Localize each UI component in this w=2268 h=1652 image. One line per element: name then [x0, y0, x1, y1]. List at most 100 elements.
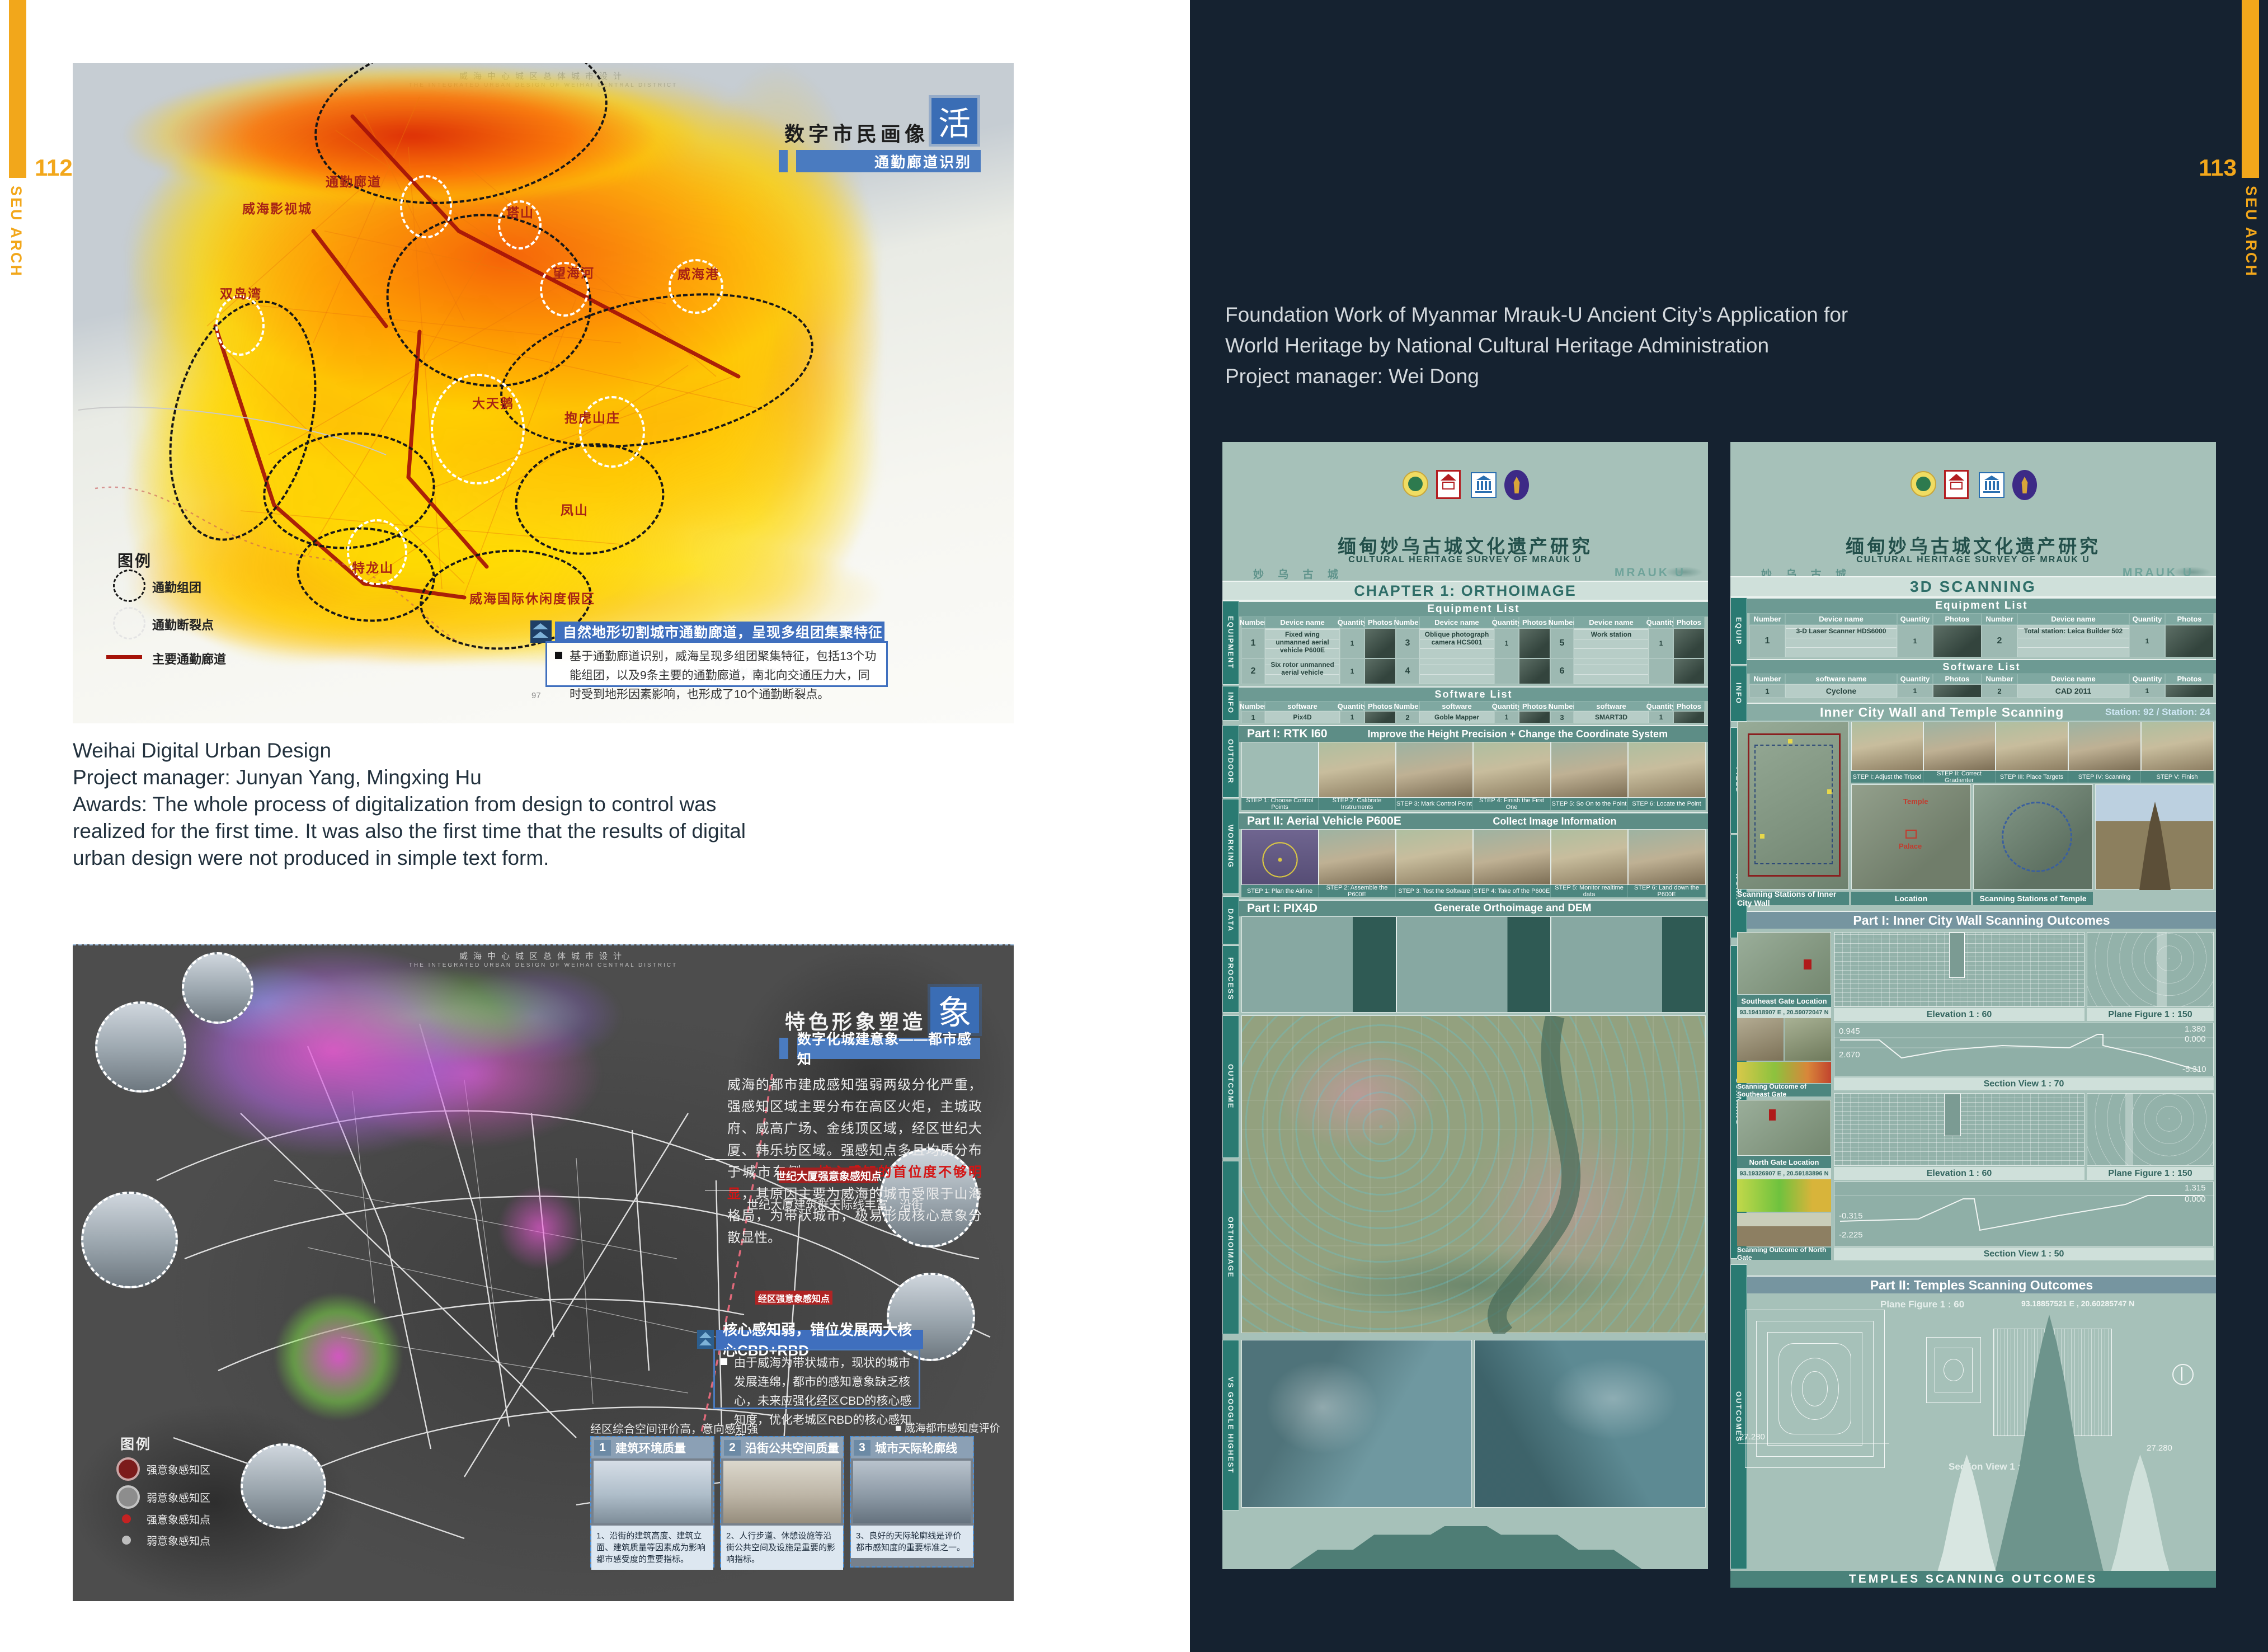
- cell-quantity: 1: [1340, 628, 1364, 658]
- site-photo-circle: [95, 1001, 186, 1093]
- temple-stations-map: [1973, 784, 2093, 889]
- tab-equipment: EQUIPMENT: [1222, 601, 1239, 685]
- map2-legend-label: 强意象感知点: [147, 1512, 210, 1527]
- cell-photo: [1519, 628, 1550, 658]
- col-device: Device name: [1574, 616, 1649, 628]
- map1-legend-label: 通勤断裂点: [152, 615, 214, 633]
- leader-line: [705, 1159, 884, 1160]
- equipment-row: 1Fixed wing unmanned aerial vehicle P600…: [1241, 628, 1706, 658]
- col-quantity: Quantity: [1494, 701, 1519, 711]
- stupa-photo-silhouette: [2133, 802, 2177, 890]
- step-caption: STEP V: Finish: [2141, 771, 2214, 783]
- cell-quantity: 1: [1340, 711, 1364, 723]
- map-label-palace: Palace: [1899, 842, 1922, 850]
- col-photos: Photos: [1673, 616, 1705, 628]
- bullet-square-icon: [721, 1358, 727, 1365]
- col-number: Number: [1550, 701, 1574, 711]
- cell-device: Work station: [1574, 628, 1649, 658]
- tab-orthoimage: ORTHOIMAGE: [1222, 1161, 1239, 1334]
- road-strip: [2157, 933, 2167, 1006]
- station-map: [1737, 722, 1849, 889]
- cell-quantity: 1: [2129, 625, 2165, 657]
- elevation-value: 1.380: [2185, 1024, 2206, 1034]
- elevation-value: 0.000: [2185, 1194, 2206, 1204]
- legend-cluster-icon: [113, 570, 145, 602]
- road-strip: [2125, 1094, 2133, 1165]
- credit-line: urban design were not produced in simple…: [73, 845, 746, 872]
- elevation-value: -5.310: [2182, 1065, 2206, 1074]
- tab-outcome: OUTCOME: [1222, 1015, 1239, 1158]
- col-photos: Photos: [2165, 613, 2214, 625]
- poster1-part1-photos: [1241, 742, 1706, 798]
- step-photo: [1396, 742, 1473, 798]
- step-photo: [1923, 722, 1996, 771]
- cell-photo: [1673, 658, 1705, 684]
- col-photos: Photos: [1364, 701, 1396, 711]
- height-value: 27.280: [2147, 1443, 2172, 1453]
- poster2-software-header: Numbersoftware nameQuantityPhotos Number…: [1749, 674, 2214, 684]
- cell-quantity: 1: [2129, 684, 2165, 698]
- field-title-band: Inner City Wall and Temple Scanning Stat…: [1747, 703, 2216, 721]
- map1-label: 通勤廊道: [326, 171, 382, 190]
- col-photos: Photos: [1933, 613, 1982, 625]
- intro-line: Foundation Work of Myanmar Mrauk-U Ancie…: [1225, 299, 1848, 330]
- right-page-number: 113: [2181, 154, 2237, 181]
- north-gate-outcome-caption: Scanning Outcome of North Gate: [1737, 1248, 1831, 1260]
- evaluation-panel: 3城市天际轮廓线 3、良好的天际轮廓线是评价都市感知度的重要标准之一。: [850, 1436, 974, 1568]
- elevation-value: -0.315: [1839, 1211, 1863, 1221]
- drawing-caption: Elevation 1 : 60: [1834, 1167, 2085, 1180]
- panel-photo: [594, 1461, 711, 1523]
- right-side-label: SEU ARCH: [2242, 186, 2260, 331]
- part-label: Part I: PIX4D: [1239, 902, 1317, 915]
- evaluation-panel: 1建筑环境质量 1、沿街的建筑高度、建筑立面、建筑质量等因素成为影响都市感受度的…: [590, 1436, 714, 1568]
- step-caption: STEP 4: Finish the First One: [1473, 798, 1551, 810]
- gate-photo: [1737, 1018, 1784, 1061]
- cell-device: Total station: Leica Builder 502: [2017, 625, 2129, 657]
- poster-orthoimage: 缅甸妙乌古城文化遗产研究 CULTURAL HERITAGE SURVEY OF…: [1222, 442, 1708, 1569]
- wall-plan-drawing: [2087, 1093, 2214, 1166]
- cell-quantity: 1: [1649, 711, 1673, 723]
- map1-label: 威海国际休闲度假区: [469, 588, 595, 607]
- drawing-caption: Plane Figure 1 : 150: [2087, 1008, 2214, 1021]
- shrine-plan-drawing: [1926, 1337, 1981, 1403]
- poster2-equipment-band: Equipment List: [1747, 597, 2216, 613]
- poster1-software-band: Software List: [1239, 686, 1708, 701]
- legend-strong-point-icon: [122, 1514, 131, 1523]
- map1-label: 双岛湾: [220, 283, 262, 302]
- col-number: Number: [1550, 616, 1574, 628]
- elevation-value: -2.225: [1839, 1230, 1863, 1240]
- gate-photo: [1737, 1213, 1831, 1246]
- part-desc: Improve the Height Precision + Change th…: [1367, 728, 1668, 740]
- col-quantity: Quantity: [1897, 613, 1933, 625]
- map1-subtitle-bar: 通勤廊道识别: [796, 150, 981, 172]
- cell-photo: [1364, 628, 1396, 658]
- software-row: 1Cyclone1 2CAD 20111: [1749, 684, 2214, 698]
- step-caption: STEP 4: Take off the P600E: [1473, 885, 1551, 897]
- col-device: Device name: [2017, 674, 2129, 684]
- cell-photo: [2165, 625, 2214, 657]
- temple-plan-drawing: [1742, 1306, 1888, 1471]
- station-marker: [1760, 834, 1764, 839]
- se-gate-location-caption: Southeast Gate Location: [1737, 995, 1831, 1007]
- se-gate-aerial: [1737, 932, 1831, 995]
- field-caption: Scanning Stations of Inner City Wall: [1737, 892, 1849, 905]
- cell-quantity: 1: [1494, 628, 1519, 658]
- map1-callout-body: 基于通勤廊道识别，威海呈现多组团聚集特征，包括13个功能组团，以及9条主要的通勤…: [545, 641, 888, 687]
- map1-subtitle-square: [779, 150, 788, 172]
- section-drawing: 1.315 0.000 -0.315 -2.225: [1834, 1182, 2214, 1246]
- equipment-row: 13-D Laser Scanner HDS60001 2Total stati…: [1749, 625, 2214, 657]
- intro-line: Project manager: Wei Dong: [1225, 361, 1848, 392]
- col-software: software name: [1785, 674, 1897, 684]
- software-row: 1Pix4D1 2Goble Mapper1 3SMART3D1: [1241, 711, 1706, 723]
- elevation-value: 0.945: [1839, 1027, 1860, 1036]
- temple-scan-ring: [2002, 802, 2072, 872]
- step-caption: STEP 3: Mark Control Point: [1396, 798, 1473, 810]
- temple-silhouette: [1290, 1526, 1642, 1569]
- myanmar-dept-logo: [1504, 470, 1531, 502]
- field-title: Inner City Wall and Temple Scanning: [1820, 705, 2064, 720]
- map1-label: 威海港: [677, 263, 719, 283]
- step-photo: [1241, 742, 1319, 798]
- map2-legend-label: 弱意象感知区: [147, 1490, 210, 1505]
- poster1-equipment-header: NumberDevice nameQuantityPhotos NumberDe…: [1241, 616, 1706, 628]
- map-label-temple: Temple: [1903, 797, 1928, 806]
